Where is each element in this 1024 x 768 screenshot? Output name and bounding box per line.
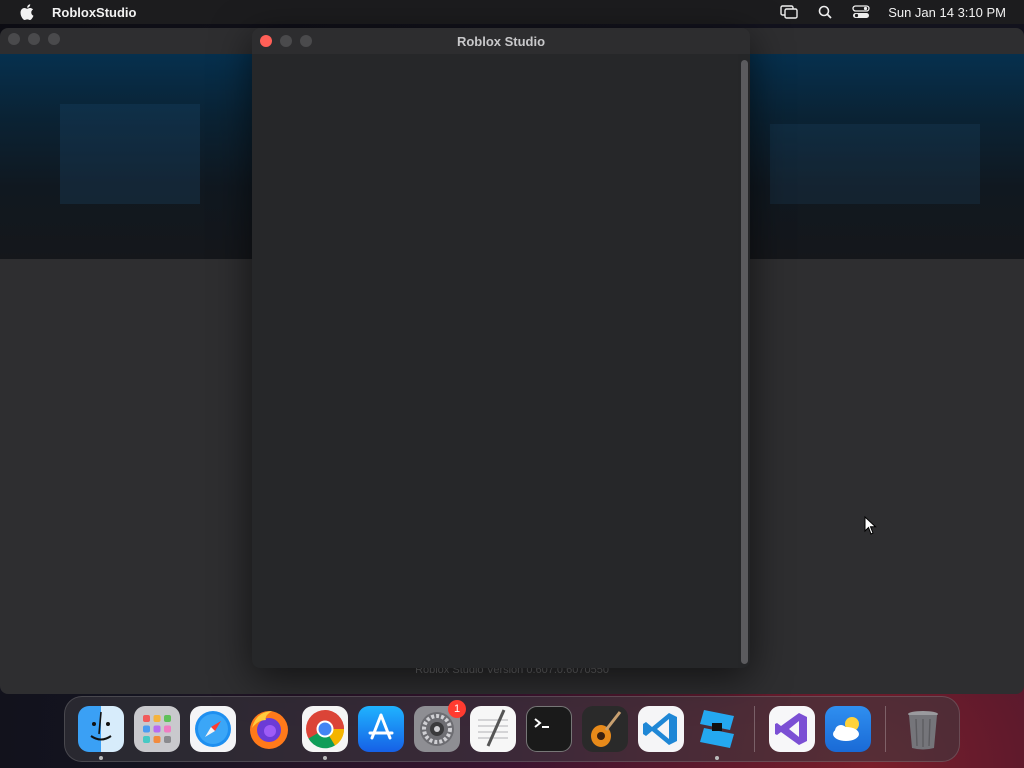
menu-bar: RobloxStudio Sun Jan 14 3:10 PM: [0, 0, 1024, 24]
terminal-icon: [534, 718, 549, 728]
dialog-content-area: [252, 54, 738, 668]
menu-bar-clock[interactable]: Sun Jan 14 3:10 PM: [888, 5, 1006, 20]
dock-textedit[interactable]: [470, 706, 516, 752]
vscode-icon: [643, 713, 677, 745]
dock-app-store[interactable]: [358, 706, 404, 752]
safari-icon: [195, 711, 231, 747]
dock-system-settings[interactable]: 1: [414, 700, 466, 752]
minimize-button[interactable]: [28, 33, 40, 45]
dock-terminal[interactable]: [526, 706, 572, 752]
dock-firefox[interactable]: [246, 706, 292, 752]
dock-weather[interactable]: [825, 706, 871, 752]
trash-icon: [908, 711, 938, 750]
zoom-button[interactable]: [48, 33, 60, 45]
dialog-minimize-button[interactable]: [280, 35, 292, 47]
dock-roblox-studio[interactable]: [694, 706, 740, 760]
roblox-studio-login-dialog: Roblox Studio: [252, 28, 750, 668]
dialog-close-button[interactable]: [260, 35, 272, 47]
weather-icon: [833, 717, 859, 741]
dock-visual-studio[interactable]: [769, 706, 815, 752]
dock-separator-trash: [885, 706, 886, 752]
notification-badge: 1: [448, 700, 466, 718]
dock-separator: [754, 706, 755, 752]
close-button[interactable]: [8, 33, 20, 45]
dock-trash[interactable]: [900, 706, 946, 752]
dialog-window-controls: [260, 35, 312, 47]
dock-vscode[interactable]: [638, 706, 684, 752]
control-center-icon[interactable]: [852, 4, 870, 20]
launchpad-icon: [143, 715, 171, 743]
dock: 1: [64, 696, 960, 762]
dock-garageband[interactable]: [582, 706, 628, 752]
chrome-icon: [306, 710, 345, 749]
screen-mirroring-icon[interactable]: [780, 4, 798, 20]
textedit-icon: [478, 709, 508, 747]
mouse-cursor-icon: [864, 516, 877, 535]
dock-safari[interactable]: [190, 706, 236, 752]
firefox-icon: [250, 711, 288, 749]
roblox-studio-icon: [700, 710, 734, 748]
dock-launchpad[interactable]: [134, 706, 180, 752]
active-app-name[interactable]: RobloxStudio: [52, 5, 137, 20]
guitar-icon: [582, 706, 628, 752]
dock-chrome[interactable]: [302, 706, 348, 760]
dialog-title: Roblox Studio: [456, 33, 546, 49]
app-store-icon: [368, 713, 394, 740]
dock-finder[interactable]: [78, 706, 124, 760]
spotlight-search-icon[interactable]: [816, 4, 834, 20]
apple-icon[interactable]: [20, 4, 34, 20]
finder-icon: [90, 711, 112, 741]
dialog-titlebar[interactable]: Roblox Studio: [252, 28, 750, 54]
visual-studio-icon: [775, 713, 807, 745]
window-controls: [8, 33, 60, 45]
dialog-scrollbar[interactable]: [741, 60, 748, 664]
dialog-zoom-button[interactable]: [300, 35, 312, 47]
